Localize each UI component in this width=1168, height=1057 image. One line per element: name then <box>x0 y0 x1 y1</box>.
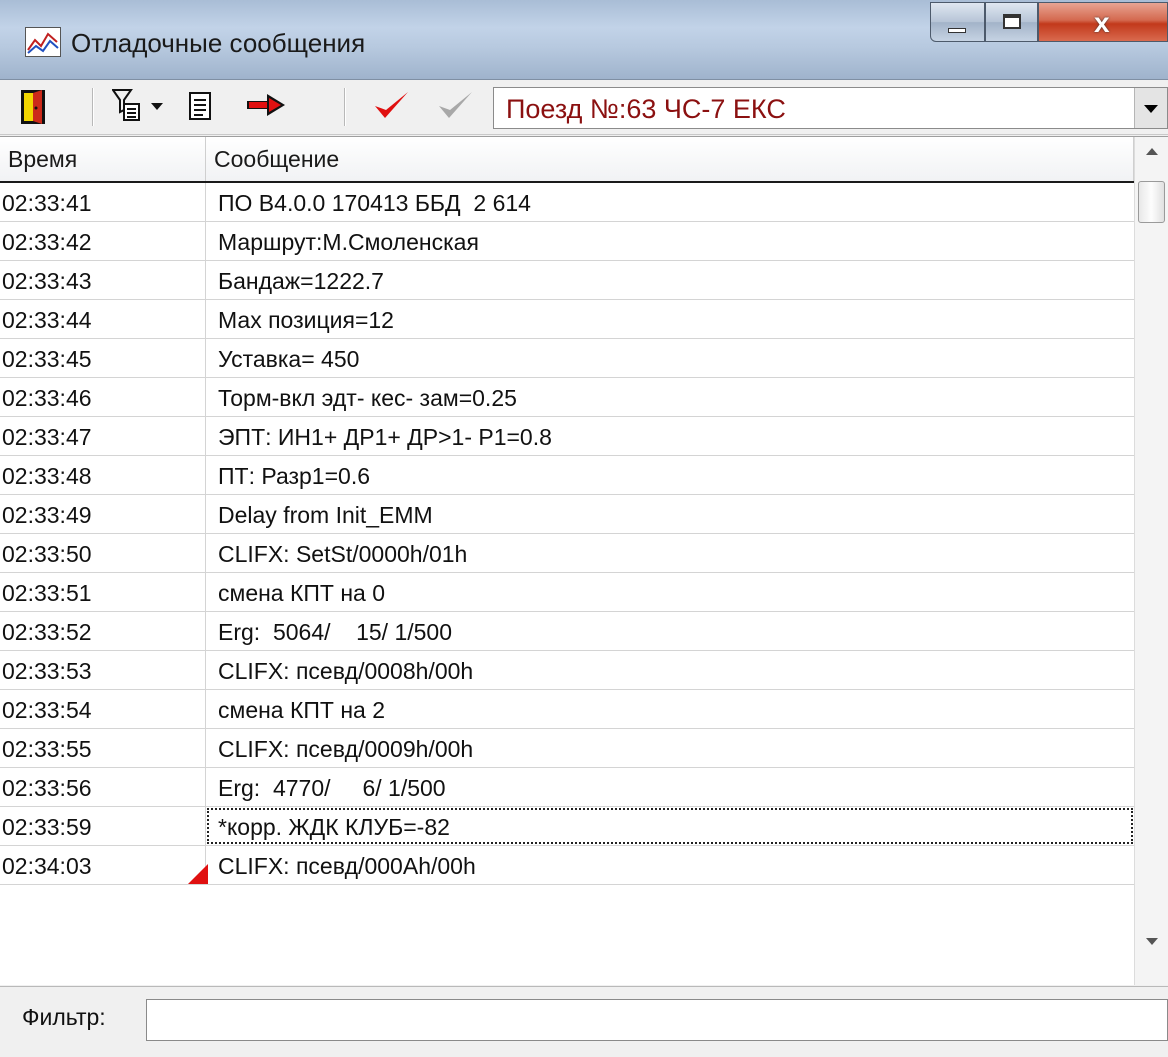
row-message: Бандаж=1222.7 <box>218 268 384 294</box>
row-time: 02:33:59 <box>0 807 206 845</box>
table-row[interactable]: 02:33:42 Маршрут:М.Смоленская <box>0 222 1134 261</box>
document-icon[interactable] <box>189 92 211 120</box>
row-marker-icon <box>188 864 208 884</box>
filter-icon[interactable] <box>111 88 140 122</box>
column-header-message[interactable]: Сообщение <box>206 137 1134 181</box>
row-message: смена КПТ на 0 <box>218 580 386 606</box>
row-message: Маршрут:М.Смоленская <box>218 229 479 255</box>
table-row[interactable]: 02:33:53 CLIFX: псевд/0008h/00h <box>0 651 1134 690</box>
row-message: CLIFX: псевд/000Ah/00h <box>218 853 476 879</box>
row-message: *корр. ЖДК КЛУБ=-82 <box>206 807 1134 845</box>
row-time: 02:33:50 <box>0 534 206 572</box>
row-message: CLIFX: SetSt/0000h/01h <box>218 541 468 567</box>
row-time: 02:33:45 <box>0 339 206 377</box>
row-message: Erg: 4770/ 6/ 1/500 <box>218 775 446 801</box>
row-time: 02:33:48 <box>0 456 206 494</box>
red-arrow-icon[interactable] <box>247 92 287 118</box>
close-icon: x <box>1094 7 1110 38</box>
title-bar[interactable]: Отладочные сообщения x <box>0 0 1168 80</box>
row-message: Erg: 5064/ 15/ 1/500 <box>218 619 452 645</box>
column-header-time[interactable]: Время <box>0 137 206 181</box>
scrollbar-thumb[interactable] <box>1138 181 1165 223</box>
row-time: 02:33:43 <box>0 261 206 299</box>
table-row[interactable]: 02:33:43 Бандаж=1222.7 <box>0 261 1134 300</box>
row-time: 02:34:03 <box>0 846 206 884</box>
minimize-button[interactable] <box>930 2 985 42</box>
row-time: 02:33:51 <box>0 573 206 611</box>
filter-input[interactable] <box>146 999 1168 1041</box>
row-time: 02:33:55 <box>0 729 206 767</box>
chevron-down-icon[interactable] <box>1134 88 1167 128</box>
row-message: смена КПТ на 2 <box>218 697 386 723</box>
table-row[interactable]: 02:33:52 Erg: 5064/ 15/ 1/500 <box>0 612 1134 651</box>
scroll-up-icon[interactable] <box>1135 137 1168 167</box>
table-row[interactable]: 02:33:41 ПО В4.0.0 170413 ББД 2 614 <box>0 183 1134 222</box>
dropdown-arrow-icon[interactable] <box>150 100 164 114</box>
row-time: 02:33:44 <box>0 300 206 338</box>
row-time: 02:33:54 <box>0 690 206 728</box>
filter-label: Фильтр: <box>22 1004 106 1030</box>
table-row[interactable]: 02:33:59 *корр. ЖДК КЛУБ=-82 <box>0 807 1134 846</box>
check-red-icon[interactable] <box>371 88 411 124</box>
minimize-icon <box>948 28 966 33</box>
row-time: 02:33:42 <box>0 222 206 260</box>
app-chart-icon <box>25 27 61 57</box>
row-time: 02:33:56 <box>0 768 206 806</box>
row-time: 02:33:41 <box>0 183 206 221</box>
maximize-icon <box>1003 14 1021 29</box>
table-row[interactable]: 02:33:56 Erg: 4770/ 6/ 1/500 <box>0 768 1134 807</box>
toolbar-separator <box>92 88 94 126</box>
toolbar-separator <box>344 88 346 126</box>
check-gray-icon[interactable] <box>435 88 475 124</box>
train-select[interactable]: Поезд №:63 ЧС-7 ЕКС <box>493 87 1168 129</box>
row-message: Delay from Init_EMM <box>218 502 433 528</box>
table-row[interactable]: 02:34:03 CLIFX: псевд/000Ah/00h <box>0 846 1134 885</box>
row-message: Мах позиция=12 <box>218 307 394 333</box>
table-row[interactable]: 02:33:44 Мах позиция=12 <box>0 300 1134 339</box>
table-row[interactable]: 02:33:50 CLIFX: SetSt/0000h/01h <box>0 534 1134 573</box>
scroll-down-icon[interactable] <box>1135 927 1168 957</box>
row-message: Уставка= 450 <box>218 346 360 372</box>
table-row[interactable]: 02:33:48 ПТ: Разр1=0.6 <box>0 456 1134 495</box>
debug-messages-window: Отладочные сообщения x Поезд №:63 ЧС-7 Е… <box>0 0 1168 1057</box>
row-message: ПО В4.0.0 170413 ББД 2 614 <box>218 190 531 216</box>
vertical-scrollbar[interactable] <box>1134 137 1168 985</box>
list-rows: 02:33:41 ПО В4.0.0 170413 ББД 2 614 02:33:… <box>0 183 1134 885</box>
maximize-button[interactable] <box>985 2 1038 42</box>
row-time: 02:33:49 <box>0 495 206 533</box>
table-row[interactable]: 02:33:51 смена КПТ на 0 <box>0 573 1134 612</box>
filter-bar: Фильтр: <box>0 986 1168 1057</box>
messages-list[interactable]: Время Сообщение 02:33:41 ПО В4.0.0 170413… <box>0 136 1168 985</box>
row-time: 02:33:47 <box>0 417 206 455</box>
row-time: 02:33:52 <box>0 612 206 650</box>
row-message: CLIFX: псевд/0008h/00h <box>218 658 474 684</box>
row-message: ЭПТ: ИН1+ ДР1+ ДР>1- Р1=0.8 <box>218 424 552 450</box>
list-header: Время Сообщение <box>0 137 1134 183</box>
window-title: Отладочные сообщения <box>71 28 366 58</box>
row-time: 02:33:53 <box>0 651 206 689</box>
row-message: Торм-вкл эдт- кес- зам=0.25 <box>218 385 517 411</box>
toolbar: Поезд №:63 ЧС-7 ЕКС <box>0 80 1168 135</box>
close-button[interactable]: x <box>1038 2 1168 42</box>
table-row[interactable]: 02:33:45 Уставка= 450 <box>0 339 1134 378</box>
table-row[interactable]: 02:33:49 Delay from Init_EMM <box>0 495 1134 534</box>
table-row[interactable]: 02:33:47 ЭПТ: ИН1+ ДР1+ ДР>1- Р1=0.8 <box>0 417 1134 456</box>
row-time: 02:33:46 <box>0 378 206 416</box>
row-message: CLIFX: псевд/0009h/00h <box>218 736 474 762</box>
table-row[interactable]: 02:33:46 Торм-вкл эдт- кес- зам=0.25 <box>0 378 1134 417</box>
row-message: ПТ: Разр1=0.6 <box>218 463 371 489</box>
train-select-value: Поезд №:63 ЧС-7 ЕКС <box>506 94 786 124</box>
table-row[interactable]: 02:33:54 смена КПТ на 2 <box>0 690 1134 729</box>
exit-door-icon[interactable] <box>20 89 46 125</box>
table-row[interactable]: 02:33:55 CLIFX: псевд/0009h/00h <box>0 729 1134 768</box>
